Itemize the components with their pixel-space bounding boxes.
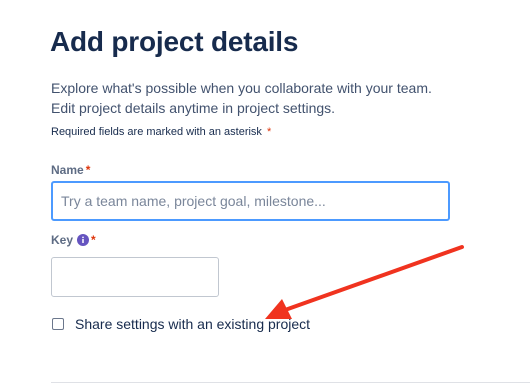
annotation-arrow-shaft bbox=[283, 245, 464, 312]
required-fields-note: Required fields are marked with an aster… bbox=[51, 126, 271, 138]
share-settings-checkbox-label[interactable]: Share settings with an existing project bbox=[75, 316, 310, 332]
project-name-input[interactable] bbox=[51, 181, 450, 221]
share-settings-checkbox[interactable] bbox=[52, 318, 64, 330]
key-field-label: Key * bbox=[51, 233, 96, 247]
page-title: Add project details bbox=[50, 26, 299, 57]
page-description: Explore what's possible when you collabo… bbox=[51, 78, 511, 118]
required-asterisk: * bbox=[266, 126, 272, 138]
key-required-asterisk: * bbox=[91, 233, 96, 247]
info-icon[interactable] bbox=[77, 234, 90, 246]
name-field-label: Name * bbox=[51, 163, 90, 177]
footer-divider bbox=[51, 382, 530, 383]
description-line-2: Edit project details anytime in project … bbox=[51, 100, 336, 116]
required-note-text: Required fields are marked with an aster… bbox=[51, 126, 262, 138]
description-line-1: Explore what's possible when you collabo… bbox=[51, 80, 432, 96]
share-settings-option[interactable]: Share settings with an existing project bbox=[52, 316, 310, 332]
name-required-asterisk: * bbox=[85, 163, 91, 177]
add-project-details-page: Add project details Explore what's possi… bbox=[0, 0, 530, 389]
name-label-text: Name bbox=[51, 163, 84, 177]
project-key-input[interactable] bbox=[51, 257, 219, 297]
key-label-text: Key bbox=[51, 233, 74, 247]
